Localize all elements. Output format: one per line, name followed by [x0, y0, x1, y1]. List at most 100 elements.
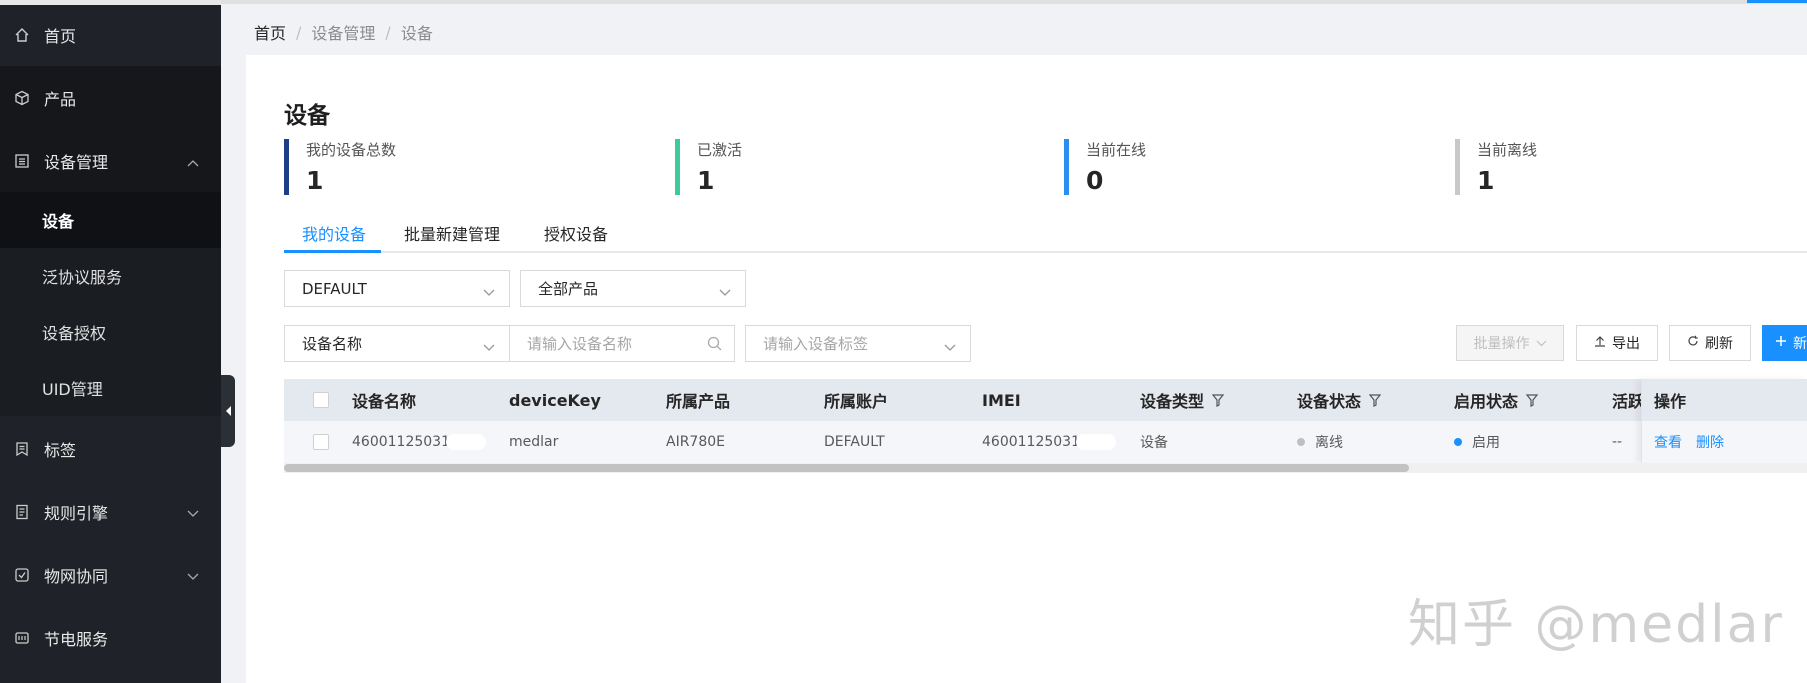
- table-row: 46001125031 medlar AIR780E DEFAULT 46001…: [284, 421, 1807, 463]
- filter-icon[interactable]: [1212, 393, 1225, 407]
- stat-total-devices: 我的设备总数 1: [284, 139, 396, 195]
- bookmark-icon: [0, 441, 44, 457]
- sidebar-subitem-device[interactable]: 设备: [0, 192, 221, 248]
- cell-imei-text: 46001125031: [982, 434, 1080, 450]
- tab-batch-create[interactable]: 批量新建管理: [404, 212, 500, 253]
- sidebar-item-label: 设备管理: [44, 152, 109, 172]
- status-dot: [1454, 438, 1462, 446]
- column-header-active: 活跃: [1612, 392, 1642, 411]
- device-tag-select[interactable]: 请输入设备标签: [745, 325, 971, 362]
- cell-device-key: medlar: [509, 434, 559, 450]
- chevron-down-icon: [719, 283, 731, 301]
- refresh-icon: [1687, 335, 1699, 351]
- breadcrumb-separator: /: [296, 22, 302, 42]
- stat-label: 当前离线: [1477, 141, 1538, 159]
- device-name-input[interactable]: 请输入设备名称: [509, 325, 735, 362]
- cell-product: AIR780E: [666, 434, 726, 450]
- sidebar-item-tag[interactable]: 标签: [0, 417, 221, 480]
- topbar-accent: [1747, 0, 1807, 3]
- stat-value: 1: [306, 166, 324, 195]
- chevron-down-icon: [187, 567, 199, 585]
- stat-value: 1: [697, 166, 715, 195]
- sidebar-subitem-protocol-service[interactable]: 泛协议服务: [0, 248, 221, 304]
- refresh-button[interactable]: 刷新: [1669, 325, 1751, 361]
- cell-device-status-text: 离线: [1315, 435, 1343, 451]
- delete-link[interactable]: 删除: [1696, 432, 1724, 452]
- batch-operation-button[interactable]: 批量操作: [1456, 325, 1564, 361]
- stat-bar: [284, 139, 289, 195]
- column-header-device-key: deviceKey: [509, 390, 601, 410]
- cell-device-status: 离线: [1297, 421, 1343, 463]
- sidebar-subitem-device-auth[interactable]: 设备授权: [0, 304, 221, 360]
- column-header-device-type: 设备类型: [1140, 379, 1225, 421]
- sidebar-item-power-service[interactable]: 节电服务: [0, 606, 221, 669]
- horizontal-scrollbar[interactable]: [284, 464, 1409, 472]
- sidebar-item-label: 标签: [44, 440, 77, 460]
- chevron-down-icon: [483, 338, 495, 356]
- stat-value: 1: [1477, 166, 1495, 195]
- sidebar-item-product[interactable]: 产品: [0, 66, 221, 129]
- home-icon: [0, 27, 44, 43]
- tab-bar: 我的设备 批量新建管理 授权设备: [284, 212, 1807, 253]
- sidebar-item-home[interactable]: 首页: [0, 3, 221, 66]
- tab-ink-bar: [284, 250, 381, 253]
- cell-active: --: [1612, 434, 1623, 450]
- column-header-label: 启用状态: [1454, 392, 1519, 411]
- stat-bar: [1455, 139, 1460, 195]
- cell-device-name-text: 46001125031: [352, 434, 450, 450]
- sidebar-item-label: 首页: [44, 26, 77, 46]
- cell-imei: 46001125031: [982, 421, 1116, 463]
- sidebar-subitem-uid-management[interactable]: UID管理: [0, 360, 221, 416]
- document-icon: [0, 504, 44, 520]
- chevron-down-icon: [483, 283, 495, 301]
- refresh-label: 刷新: [1705, 336, 1733, 352]
- sidebar-item-label: 产品: [44, 89, 77, 109]
- breadcrumb-home[interactable]: 首页: [254, 20, 286, 44]
- sidebar-item-iot-collaboration[interactable]: 物网协同: [0, 543, 221, 606]
- caret-left-icon: [225, 406, 231, 416]
- stat-label: 我的设备总数: [306, 141, 397, 159]
- breadcrumb-separator: /: [385, 22, 391, 42]
- watermark: 知乎 @medlar: [1408, 595, 1784, 655]
- cell-device-type: 设备: [1140, 435, 1168, 451]
- stat-label: 已激活: [697, 141, 743, 159]
- upload-icon: [1594, 335, 1606, 351]
- sidebar-item-device-management[interactable]: 设备管理: [0, 129, 221, 192]
- cell-enabled-status: 启用: [1454, 421, 1500, 463]
- status-dot: [1297, 438, 1305, 446]
- check-square-icon: [0, 567, 44, 583]
- sidebar-item-rule-engine[interactable]: 规则引擎: [0, 480, 221, 543]
- export-label: 导出: [1612, 336, 1640, 352]
- search-field-select[interactable]: 设备名称: [284, 325, 510, 362]
- tab-authorized-devices[interactable]: 授权设备: [544, 212, 608, 253]
- sidebar-collapse-handle[interactable]: [221, 375, 235, 447]
- device-tag-placeholder: 请输入设备标签: [763, 335, 869, 353]
- filter-icon[interactable]: [1369, 393, 1382, 407]
- breadcrumb: 首页 / 设备管理 / 设备: [254, 20, 433, 44]
- export-button[interactable]: 导出: [1576, 325, 1658, 361]
- select-all-checkbox[interactable]: [313, 392, 329, 408]
- plus-icon: [1775, 335, 1787, 351]
- account-select[interactable]: DEFAULT: [284, 270, 510, 307]
- tab-my-devices[interactable]: 我的设备: [302, 212, 366, 253]
- stat-value: 0: [1086, 166, 1104, 195]
- redaction-mask: [1075, 434, 1116, 450]
- table-header: 设备名称 deviceKey 所属产品 所属账户 IMEI 设备类型 设备状态 …: [284, 379, 1807, 421]
- filter-icon[interactable]: [1526, 393, 1539, 407]
- cube-icon: [0, 90, 44, 106]
- row-checkbox[interactable]: [313, 434, 329, 450]
- breadcrumb-device-management[interactable]: 设备管理: [311, 20, 375, 44]
- chevron-up-icon: [187, 153, 199, 171]
- account-select-value: DEFAULT: [302, 279, 367, 298]
- column-header-imei: IMEI: [982, 390, 1021, 410]
- new-device-button[interactable]: 新: [1762, 325, 1807, 361]
- chevron-down-icon: [944, 338, 956, 356]
- search-icon[interactable]: [707, 336, 722, 355]
- column-header-product: 所属产品: [666, 392, 731, 411]
- column-header-label: 设备类型: [1140, 392, 1205, 411]
- search-field-select-value: 设备名称: [302, 335, 363, 353]
- product-select[interactable]: 全部产品: [520, 270, 746, 307]
- view-link[interactable]: 查看: [1654, 432, 1682, 452]
- cell-account: DEFAULT: [824, 434, 885, 450]
- batch-operation-label: 批量操作: [1473, 336, 1530, 352]
